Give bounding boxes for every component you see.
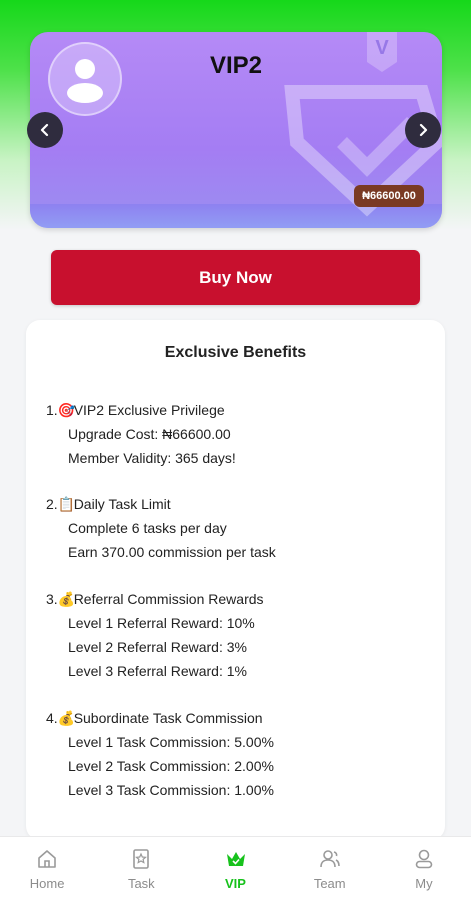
benefit-heading: 1.🎯VIP2 Exclusive Privilege <box>46 398 236 422</box>
buy-now-button[interactable]: Buy Now <box>51 250 420 305</box>
tab-label: Team <box>313 876 346 891</box>
benefit-detail: Member Validity: 365 days! <box>68 450 236 466</box>
task-icon <box>133 849 150 869</box>
benefit-detail: Complete 6 tasks per day <box>68 520 227 536</box>
clipboard-icon: 📋 <box>57 496 76 512</box>
tab-label: VIP <box>225 876 246 891</box>
benefit-number: 4. <box>46 710 58 726</box>
benefit-detail: Level 2 Referral Reward: 3% <box>68 639 247 655</box>
benefit-heading: 4.💰Subordinate Task Commission <box>46 706 274 730</box>
benefit-number: 1. <box>46 402 58 418</box>
team-icon <box>319 850 340 868</box>
tab-label: My <box>415 876 433 891</box>
tab-label: Home <box>29 876 65 891</box>
benefit-section: 3.💰Referral Commission Rewards Level 1 R… <box>46 587 264 683</box>
vip-level-title: VIP2 <box>209 52 263 79</box>
crown-icon <box>226 852 245 866</box>
benefit-detail: Level 1 Referral Reward: 10% <box>68 615 255 631</box>
target-icon: 🎯 <box>57 402 76 418</box>
tab-task[interactable]: Task <box>94 837 188 902</box>
benefit-title: Referral Commission Rewards <box>73 591 264 607</box>
bottom-tab-bar: Home Task VIP Team My <box>0 836 471 902</box>
benefit-detail: Level 3 Referral Reward: 1% <box>68 663 247 679</box>
price-badge: ₦66600.00 <box>354 185 424 207</box>
chevron-left-icon <box>40 123 49 137</box>
benefit-section: 4.💰Subordinate Task Commission Level 1 T… <box>46 706 274 802</box>
tab-home[interactable]: Home <box>0 837 94 902</box>
money-bag-icon: 💰 <box>57 591 76 607</box>
chevron-right-icon <box>419 123 428 137</box>
next-vip-button[interactable] <box>405 112 441 148</box>
tab-vip[interactable]: VIP <box>188 837 282 902</box>
benefit-section: 2.📋Daily Task Limit Complete 6 tasks per… <box>46 492 276 564</box>
benefit-detail: Earn 370.00 commission per task <box>68 544 276 560</box>
home-icon <box>38 850 56 868</box>
benefit-section: 1.🎯VIP2 Exclusive Privilege Upgrade Cost… <box>46 398 236 470</box>
benefit-number: 2. <box>46 496 58 512</box>
benefit-title: Subordinate Task Commission <box>73 710 263 726</box>
benefit-number: 3. <box>46 591 58 607</box>
benefit-detail: Level 2 Task Commission: 2.00% <box>68 758 274 774</box>
previous-vip-button[interactable] <box>27 112 63 148</box>
benefit-detail: Upgrade Cost: ₦66600.00 <box>68 426 231 442</box>
tab-team[interactable]: Team <box>283 837 377 902</box>
benefit-heading: 3.💰Referral Commission Rewards <box>46 587 264 611</box>
profile-icon <box>415 849 433 869</box>
benefits-card: Exclusive Benefits 1.🎯VIP2 Exclusive Pri… <box>26 320 445 840</box>
benefit-detail: Level 3 Task Commission: 1.00% <box>68 782 274 798</box>
benefit-heading: 2.📋Daily Task Limit <box>46 492 276 516</box>
benefits-title: Exclusive Benefits <box>164 344 307 361</box>
tab-my[interactable]: My <box>377 837 471 902</box>
tab-label: Task <box>127 876 155 891</box>
money-bag-icon: 💰 <box>57 710 76 726</box>
benefit-detail: Level 1 Task Commission: 5.00% <box>68 734 274 750</box>
benefit-title: Daily Task Limit <box>73 496 171 512</box>
benefit-title: VIP2 Exclusive Privilege <box>73 402 225 418</box>
